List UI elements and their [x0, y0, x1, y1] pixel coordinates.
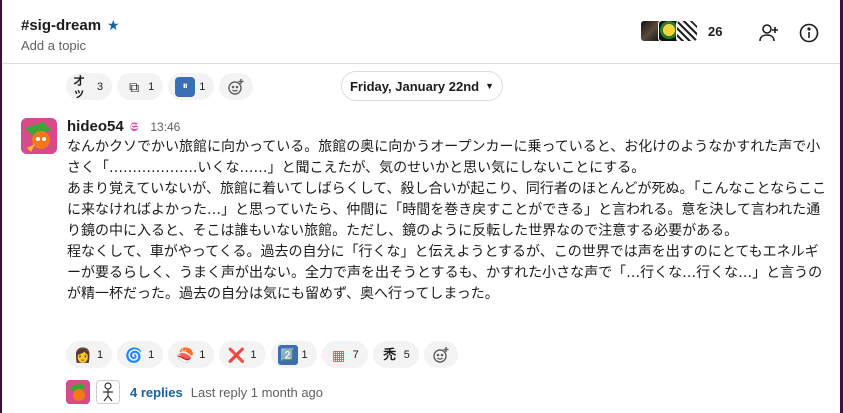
reaction-count: 1: [199, 80, 206, 93]
message-paragraph: 程なくして、車がやってくる。過去の自分に「行くな」と伝えようとするが、この世界で…: [67, 244, 823, 302]
channel-name: #sig-dream: [21, 17, 102, 34]
reaction-pill[interactable]: 🍣 1: [168, 341, 215, 368]
reaction-count: 1: [97, 348, 104, 361]
author-avatar[interactable]: [21, 118, 57, 154]
reaction-emoji: ⧉: [129, 78, 140, 95]
thread-last-reply: Last reply 1 month ago: [190, 384, 324, 400]
reaction-pill[interactable]: ⏸ 1: [168, 73, 215, 100]
member-list-button[interactable]: 26: [640, 20, 722, 42]
member-avatar: [676, 20, 698, 42]
author-name[interactable]: hideo54: [67, 118, 124, 135]
reaction-count: 1: [301, 348, 308, 361]
add-topic-link[interactable]: Add a topic: [21, 38, 86, 53]
star-icon[interactable]: ★: [107, 17, 120, 34]
reaction-emoji: 2️⃣: [277, 344, 298, 365]
reaction-pill[interactable]: ▦ 7: [321, 341, 368, 368]
reaction-emoji: ❌: [227, 346, 246, 363]
reaction-count: 1: [199, 348, 206, 361]
author-status-icon: 𝕾: [129, 119, 139, 134]
reaction-count: 5: [403, 348, 410, 361]
previous-message-reactions: オッ 3 ⧉ 1 ⏸ 1: [66, 73, 254, 100]
reaction-emoji: オッ: [73, 73, 86, 100]
reaction-emoji: ⏸: [175, 76, 196, 97]
reaction-pill[interactable]: 禿 5: [372, 341, 419, 368]
thread-summary[interactable]: 4 replies Last reply 1 month ago: [66, 380, 323, 404]
reaction-emoji: 禿: [383, 347, 397, 362]
reaction-count: 1: [148, 348, 155, 361]
reaction-emoji: 👩: [74, 346, 92, 363]
date-label: Friday, January 22nd: [349, 78, 480, 94]
reaction-pill[interactable]: ⧉ 1: [117, 73, 164, 100]
thread-participant-avatar: [96, 380, 120, 404]
channel-title[interactable]: #sig-dream ★: [21, 17, 120, 34]
add-reaction-button[interactable]: [219, 73, 254, 100]
reaction-count: 3: [97, 80, 104, 93]
add-reaction-button[interactable]: [423, 341, 458, 368]
reaction-emoji: 🍣: [176, 346, 194, 363]
reaction-count: 1: [148, 80, 155, 93]
reaction-emoji: 🌀: [125, 346, 143, 363]
reaction-count: 7: [352, 348, 359, 361]
chevron-down-icon: ▼: [485, 81, 494, 91]
message-timestamp[interactable]: 13:46: [150, 120, 180, 134]
channel-header: #sig-dream ★ Add a topic 26: [2, 0, 840, 64]
message-paragraph: あまり覚えていないが、旅館に着いてしばらくして、殺し合いが起こり、同行者のほとん…: [67, 181, 827, 239]
member-count: 26: [708, 23, 723, 39]
info-icon[interactable]: [798, 22, 820, 44]
thread-replies-link[interactable]: 4 replies: [130, 385, 183, 400]
reaction-pill[interactable]: 🌀 1: [117, 341, 164, 368]
message-body: なんかクソでかい旅館に向かっている。旅館の奥に向かうオープンカーに乗っていると、…: [67, 137, 827, 305]
date-divider-button[interactable]: Friday, January 22nd ▼: [341, 71, 503, 101]
add-member-icon[interactable]: [758, 22, 780, 44]
reaction-count: 1: [250, 348, 257, 361]
reaction-pill[interactable]: ❌ 1: [219, 341, 266, 368]
reaction-emoji: ▦: [332, 346, 346, 363]
reaction-pill[interactable]: 👩 1: [66, 341, 113, 368]
reaction-pill[interactable]: 2️⃣ 1: [270, 341, 317, 368]
add-reaction-icon: [226, 77, 246, 97]
message-header: hideo54 𝕾 13:46: [67, 118, 180, 135]
add-reaction-icon: [431, 345, 451, 365]
message-reactions: 👩 1 🌀 1 🍣 1 ❌ 1 2️⃣ 1 ▦ 7 禿 5: [66, 341, 458, 368]
message-paragraph: なんかクソでかい旅館に向かっている。旅館の奥に向かうオープンカーに乗っていると、…: [67, 139, 821, 176]
thread-participant-avatar: [66, 380, 90, 404]
reaction-pill[interactable]: オッ 3: [66, 73, 113, 100]
